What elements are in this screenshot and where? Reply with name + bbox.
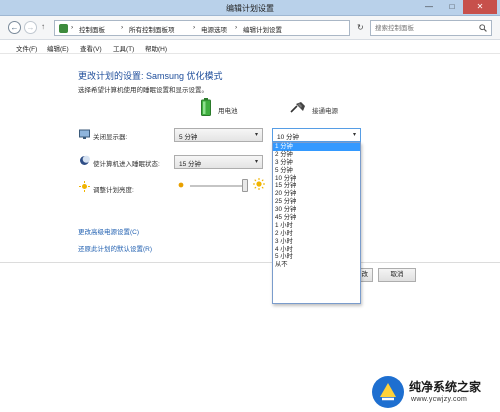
sleep-battery-value: 15 分钟 [179, 161, 202, 168]
dim-sun-icon [178, 182, 184, 188]
page-title: 更改计划的设置: Samsung 优化模式 [78, 71, 223, 81]
control-panel-icon [59, 24, 68, 33]
sleep-battery-select[interactable]: 15 分钟 ▾ [174, 155, 263, 169]
display-off-battery-select[interactable]: 5 分钟 ▾ [174, 128, 263, 142]
search-icon[interactable] [479, 24, 487, 32]
menu-help[interactable]: 帮助(H) [145, 43, 167, 53]
dropdown-option[interactable]: 2 小时 [273, 230, 360, 238]
breadcrumb-separator: › [71, 24, 74, 31]
chevron-down-icon: ▾ [254, 132, 258, 138]
breadcrumb-separator: › [193, 24, 196, 31]
brightness-label: 调整计划亮度: [93, 187, 134, 194]
display-off-label: 关闭显示器: [93, 134, 128, 141]
watermark: 纯净系统之家 www.ycwjzy.com [371, 375, 497, 409]
forward-button[interactable]: → [24, 21, 37, 34]
dropdown-option[interactable]: 从不 [273, 261, 360, 269]
refresh-icon[interactable]: ↻ [357, 23, 364, 32]
breadcrumb-separator: › [235, 24, 238, 31]
plugged-column-label: 接通电源 [312, 108, 338, 115]
menu-view[interactable]: 查看(V) [80, 43, 102, 53]
dropdown-option[interactable]: 5 分钟 [273, 167, 360, 175]
close-button[interactable]: ✕ [463, 0, 497, 14]
dropdown-option[interactable]: 1 分钟 [273, 143, 360, 151]
menu-file[interactable]: 文件(F) [16, 43, 37, 53]
dropdown-option[interactable]: 45 分钟 [273, 214, 360, 222]
sleep-label: 使计算机进入睡眠状态: [93, 161, 160, 168]
dropdown-option[interactable]: 2 分钟 [273, 151, 360, 159]
watermark-title: 纯净系统之家 [409, 380, 482, 394]
plug-icon [290, 102, 305, 113]
menu-bar: 文件(F) 编辑(E) 查看(V) 工具(T) 帮助(H) [0, 40, 500, 54]
page-subtitle: 选择希望计算机使用的睡眠设置和显示设置。 [78, 87, 208, 94]
watermark-logo-icon [372, 376, 404, 408]
breadcrumb-item-edit-plan[interactable]: 编辑计划设置 [243, 24, 282, 34]
advanced-settings-link[interactable]: 更改高级电源设置(C) [78, 226, 139, 236]
display-off-battery-value: 5 分钟 [179, 134, 198, 141]
minimize-button[interactable]: — [418, 0, 440, 14]
menu-tools[interactable]: 工具(T) [113, 43, 134, 53]
dropdown-option[interactable]: 3 小时 [273, 238, 360, 246]
display-off-plugged-select[interactable]: 10 分钟 ▾ [272, 128, 361, 142]
search-box[interactable] [370, 20, 492, 36]
dropdown-option[interactable]: 3 分钟 [273, 159, 360, 167]
timeout-dropdown-list[interactable]: 1 分钟 2 分钟 3 分钟 5 分钟 10 分钟 15 分钟 20 分钟 25… [272, 142, 361, 304]
chevron-down-icon: ▾ [352, 132, 356, 138]
address-bar: ← → ↑ › 控制面板 › 所有控制面板项 › 电源选项 › 编辑计划设置 ▾… [0, 16, 500, 40]
dropdown-option[interactable]: 30 分钟 [273, 206, 360, 214]
search-input[interactable] [375, 23, 475, 34]
moon-icon [80, 155, 90, 165]
display-off-plugged-value: 10 分钟 [277, 134, 300, 141]
dropdown-option[interactable]: 1 小时 [273, 222, 360, 230]
battery-column-label: 用电池 [218, 108, 238, 115]
menu-edit[interactable]: 编辑(E) [47, 43, 69, 53]
brightness-icon [79, 181, 90, 192]
watermark-url: www.ycwjzy.com [411, 396, 468, 403]
brightness-slider-track[interactable] [190, 185, 248, 187]
brightness-slider-thumb[interactable] [242, 179, 248, 192]
restore-defaults-link[interactable]: 还原此计划的默认设置(R) [78, 243, 152, 253]
title-bar: 编辑计划设置 — □ ✕ [0, 0, 500, 16]
divider [0, 262, 500, 263]
maximize-button[interactable]: □ [441, 0, 463, 14]
monitor-icon [79, 129, 90, 139]
chevron-down-icon: ▾ [254, 159, 258, 165]
cancel-button[interactable]: 取消 [378, 268, 416, 282]
breadcrumb-item-control-panel[interactable]: 控制面板 [79, 24, 105, 34]
dropdown-option[interactable]: 25 分钟 [273, 198, 360, 206]
back-button[interactable]: ← [8, 21, 21, 34]
up-button[interactable]: ↑ [41, 22, 45, 31]
breadcrumb[interactable]: › 控制面板 › 所有控制面板项 › 电源选项 › 编辑计划设置 ▾ [54, 20, 384, 36]
breadcrumb-separator: › [121, 24, 124, 31]
battery-icon [201, 98, 211, 116]
breadcrumb-item-all-items[interactable]: 所有控制面板项 [129, 24, 175, 34]
breadcrumb-item-power-options[interactable]: 电源选项 [201, 24, 227, 34]
bright-sun-icon [253, 178, 265, 190]
